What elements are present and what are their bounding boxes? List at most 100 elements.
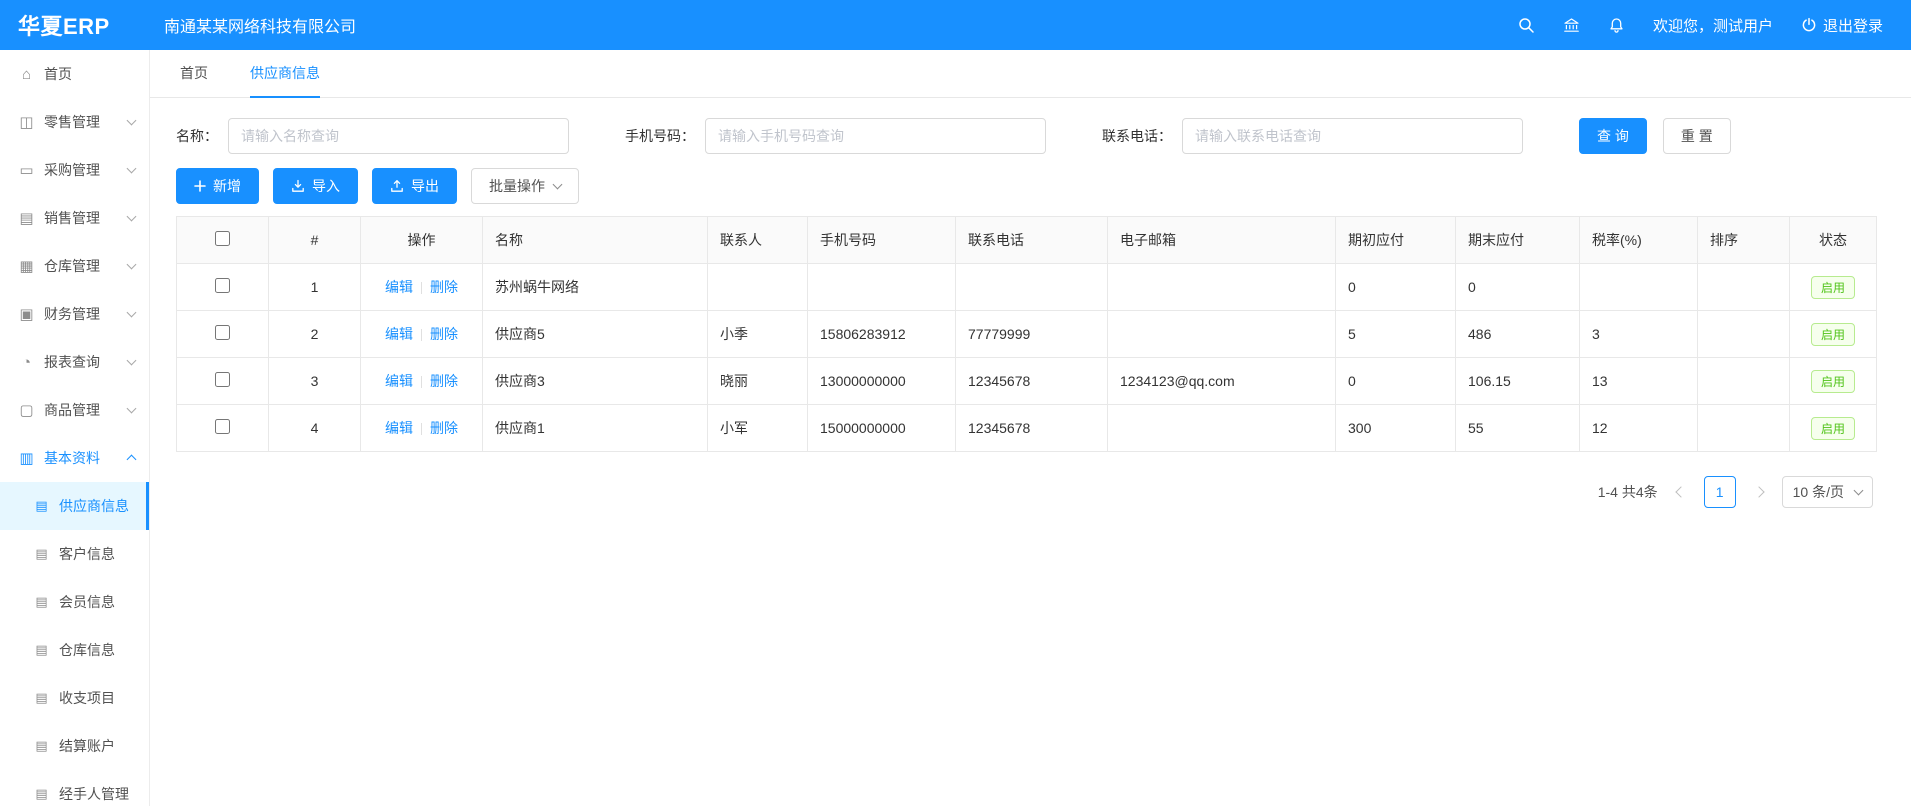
edit-link[interactable]: 编辑 [385,420,413,436]
column-header: 排序 [1698,217,1790,264]
sidebar-subitem-settlement-account[interactable]: ▤ 结算账户 [0,722,149,770]
row-checkbox[interactable] [215,278,230,293]
cell-tax-rate: 3 [1580,311,1698,358]
select-all-header [177,217,269,264]
bell-icon[interactable] [1608,17,1625,34]
sidebar-item-label: 财务管理 [44,304,100,324]
search-icon[interactable] [1518,17,1535,34]
sidebar-item-home[interactable]: ⌂ 首页 [0,50,149,98]
edit-link[interactable]: 编辑 [385,279,413,295]
chevron-right-icon [1753,486,1764,497]
sidebar-item-label: 仓库管理 [44,256,100,276]
column-header: 税率(%) [1580,217,1698,264]
import-button[interactable]: 导入 [273,168,358,204]
sidebar-subitem-warehouse-info[interactable]: ▤ 仓库信息 [0,626,149,674]
sidebar-subitem-supplier[interactable]: ▤ 供应商信息 [0,482,149,530]
mobile-filter-label: 手机号码： [625,126,695,146]
sidebar-item-retail[interactable]: ◫ 零售管理 [0,98,149,146]
prev-page-button[interactable] [1670,476,1692,508]
chevron-icon [127,116,137,126]
cell-status: 启用 [1790,358,1877,405]
batch-operation-button[interactable]: 批量操作 [471,168,579,204]
row-checkbox[interactable] [215,419,230,434]
sidebar-subitem-customer[interactable]: ▤ 客户信息 [0,530,149,578]
header-actions: 欢迎您，测试用户 退出登录 [1518,15,1911,36]
tab-supplier[interactable]: 供应商信息 [250,50,320,98]
delete-link[interactable]: 删除 [430,420,458,436]
sidebar-item-warehouse[interactable]: ▦ 仓库管理 [0,242,149,290]
goods-icon: ▢ [18,401,35,419]
column-header: 操作 [361,217,483,264]
cell-email [1108,311,1336,358]
edit-link[interactable]: 编辑 [385,326,413,342]
doc-icon: ▤ [33,594,50,610]
sidebar-subitem-member[interactable]: ▤ 会员信息 [0,578,149,626]
sidebar-item-label: 采购管理 [44,160,100,180]
sidebar-item-base[interactable]: ▥ 基本资料 [0,434,149,482]
company-name: 南通某某网络科技有限公司 [164,13,356,37]
edit-link[interactable]: 编辑 [385,373,413,389]
cell-sort [1698,405,1790,452]
cell-sort [1698,358,1790,405]
page-size-select[interactable]: 10 条/页 [1782,476,1873,508]
sidebar-subitem-label: 结算账户 [59,736,115,756]
sidebar-item-goods[interactable]: ▢ 商品管理 [0,386,149,434]
sidebar-subitem-label: 经手人管理 [59,784,129,804]
tab-label: 供应商信息 [250,63,320,83]
cell-checkbox [177,358,269,405]
cell-opening-payable: 0 [1336,264,1456,311]
delete-link[interactable]: 删除 [430,326,458,342]
row-checkbox[interactable] [215,372,230,387]
column-header: 状态 [1790,217,1877,264]
telephone-filter-input[interactable] [1182,118,1523,154]
sidebar-item-purchase[interactable]: ▭ 采购管理 [0,146,149,194]
row-checkbox[interactable] [215,325,230,340]
chevron-icon [127,356,137,366]
sidebar-item-report[interactable]: ◔ 报表查询 [0,338,149,386]
welcome-text: 欢迎您，测试用户 [1653,15,1773,36]
reset-button[interactable]: 重 置 [1663,118,1731,154]
export-button[interactable]: 导出 [372,168,457,204]
mobile-filter-input[interactable] [705,118,1046,154]
sidebar-item-sales[interactable]: ▤ 销售管理 [0,194,149,242]
platform-icon[interactable] [1563,17,1580,34]
select-all-checkbox[interactable] [215,231,230,246]
sidebar-subitem-income-expense[interactable]: ▤ 收支项目 [0,674,149,722]
column-header: 联系人 [708,217,808,264]
export-button-label: 导出 [411,176,439,196]
cell-opening-payable: 300 [1336,405,1456,452]
app-logo[interactable]: 华夏ERP [0,9,150,41]
cell-opening-payable: 5 [1336,311,1456,358]
add-button[interactable]: 新增 [176,168,259,204]
current-page[interactable]: 1 [1704,476,1736,508]
name-filter-input[interactable] [228,118,569,154]
cell-operations: 编辑 删除 [361,264,483,311]
table-header-row: #操作名称联系人手机号码联系电话电子邮箱期初应付期末应付税率(%)排序状态 [177,217,1877,264]
cell-mobile: 15000000000 [808,405,956,452]
next-page-button[interactable] [1748,476,1770,508]
chevron-icon [127,212,137,222]
status-badge: 启用 [1811,417,1855,440]
sidebar-item-label: 首页 [44,64,72,84]
delete-link[interactable]: 删除 [430,279,458,295]
doc-icon: ▤ [33,738,50,754]
doc-icon: ▤ [33,690,50,706]
cell-telephone: 77779999 [956,311,1108,358]
cell-tax-rate [1580,264,1698,311]
delete-link[interactable]: 删除 [430,373,458,389]
column-header: 名称 [483,217,708,264]
sidebar-item-finance[interactable]: ▣ 财务管理 [0,290,149,338]
tab-home[interactable]: 首页 [180,50,208,98]
cell-closing-payable: 0 [1456,264,1580,311]
logout-button[interactable]: 退出登录 [1801,15,1883,36]
doc-icon: ▤ [33,546,50,562]
supplier-table: #操作名称联系人手机号码联系电话电子邮箱期初应付期末应付税率(%)排序状态 1 … [176,216,1877,452]
cell-operations: 编辑 删除 [361,311,483,358]
search-button[interactable]: 查 询 [1579,118,1647,154]
cell-index: 1 [269,264,361,311]
sidebar-subitem-handler[interactable]: ▤ 经手人管理 [0,770,149,806]
cell-mobile [808,264,956,311]
sidebar-item-label: 商品管理 [44,400,100,420]
cell-contact: 小季 [708,311,808,358]
cell-closing-payable: 106.15 [1456,358,1580,405]
